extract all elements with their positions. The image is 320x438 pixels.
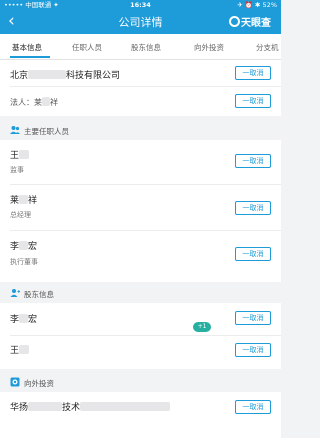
redacted-text — [28, 70, 67, 79]
section-header-shareholders: 股东信息 — [0, 283, 281, 303]
section-title: 主要任职人员 — [24, 127, 69, 136]
tab-investment[interactable]: 向外投资 — [194, 42, 224, 53]
tab-bar: 基本信息 任职人员 股东信息 向外投资 分支机 — [0, 34, 281, 60]
divider — [10, 230, 281, 231]
company-card: 北京 科技有限公司 一取消 法人：莱祥 一取消 — [0, 60, 281, 116]
staff-name-text: 李 — [10, 242, 20, 252]
staff-role: 总经理 — [10, 211, 31, 219]
unfollow-button[interactable]: 一取消 — [235, 400, 271, 414]
shareholder-icon — [10, 289, 20, 297]
logo-ring-icon — [229, 16, 240, 27]
legal-label: 法人： — [10, 98, 34, 107]
section-title: 股东信息 — [24, 290, 54, 299]
staff-role: 执行董事 — [10, 258, 38, 266]
shareholder-name-text: 王 — [10, 346, 20, 356]
staff-name-text: 莱 — [10, 196, 20, 206]
active-tab-indicator — [10, 56, 50, 58]
redacted-text — [42, 97, 50, 106]
redacted-text — [19, 345, 30, 354]
staff-list: 王 监事 一取消 莱祥 总经理 一取消 李宏 执行董事 一取消 — [0, 140, 281, 282]
tab-branches[interactable]: 分支机 — [256, 42, 279, 53]
section-header-investment: 向外投资 — [0, 372, 281, 392]
nav-bar: ‹ 公司详情 天眼查 — [0, 10, 281, 34]
divider — [10, 184, 281, 185]
investment-list: 华扬 技术 一取消 — [0, 392, 281, 438]
redacted-text — [19, 150, 30, 159]
unfollow-button[interactable]: 一取消 — [235, 66, 271, 80]
shareholder-name: 李宏 — [10, 312, 37, 325]
battery-indicator: ✈ ⏰ ✱ 52% — [237, 1, 277, 9]
shareholder-name-text: 宏 — [28, 315, 38, 325]
shareholder-list: 李宏 +1 一取消 王 一取消 — [0, 303, 281, 369]
legal-name-first: 莱 — [34, 98, 42, 107]
investment-name-mid: 技术 — [62, 403, 81, 413]
unfollow-button[interactable]: 一取消 — [235, 94, 271, 108]
company-name: 北京 科技有限公司 — [10, 68, 120, 81]
staff-name-text: 王 — [10, 151, 20, 161]
staff-name-text: 祥 — [28, 196, 38, 206]
staff-name: 李宏 — [10, 239, 37, 252]
unfollow-button[interactable]: 一取消 — [235, 154, 271, 168]
divider — [10, 86, 281, 87]
staff-name: 王 — [10, 148, 30, 161]
staff-role: 监事 — [10, 166, 24, 174]
redacted-text — [19, 241, 29, 250]
legal-name-last: 祥 — [50, 98, 58, 107]
divider — [10, 335, 281, 336]
redacted-text — [28, 402, 63, 411]
unfollow-button[interactable]: 一取消 — [235, 201, 271, 215]
tab-shareholders[interactable]: 股东信息 — [131, 42, 161, 53]
tab-staff[interactable]: 任职人员 — [72, 42, 102, 53]
unfollow-button[interactable]: 一取消 — [235, 343, 271, 357]
investment-name-prefix: 华扬 — [10, 403, 29, 413]
redacted-text — [19, 195, 29, 204]
unfollow-button[interactable]: 一取消 — [235, 311, 271, 325]
people-icon — [10, 126, 20, 134]
redacted-text — [80, 402, 171, 411]
investment-name: 华扬 技术 — [10, 400, 171, 413]
tianyancha-logo: 天眼查 — [229, 14, 271, 29]
redacted-text — [19, 314, 29, 323]
section-title: 向外投资 — [24, 379, 54, 388]
legal-person: 法人：莱祥 — [10, 97, 58, 108]
company-name-suffix: 科技有限公司 — [66, 71, 121, 81]
count-badge: +1 — [193, 322, 211, 332]
shareholder-name: 王 — [10, 343, 30, 356]
logo-text: 天眼查 — [241, 18, 271, 29]
unfollow-button[interactable]: 一取消 — [235, 247, 271, 261]
staff-name-text: 宏 — [28, 242, 38, 252]
tab-basic-info[interactable]: 基本信息 — [12, 42, 42, 53]
company-name-prefix: 北京 — [10, 71, 29, 81]
investment-icon — [10, 377, 20, 387]
staff-name: 莱祥 — [10, 193, 37, 206]
section-header-staff: 主要任职人员 — [0, 120, 281, 140]
status-bar: ••••• 中国联通 ✦ 16:34 ✈ ⏰ ✱ 52% — [0, 0, 281, 10]
shareholder-name-text: 李 — [10, 315, 20, 325]
